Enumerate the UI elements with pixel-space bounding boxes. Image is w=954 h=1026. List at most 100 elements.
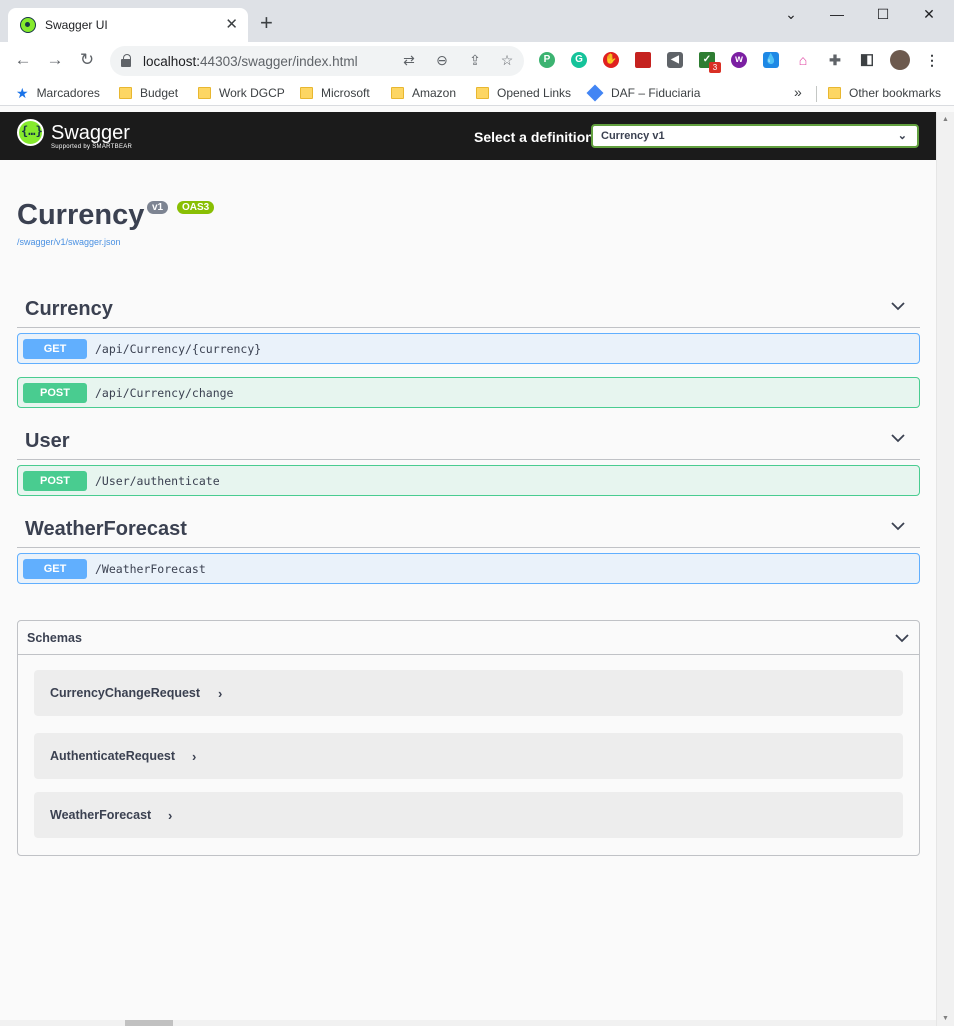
scroll-up-icon[interactable]: ▲ <box>942 116 949 123</box>
schemas-title: Schemas <box>27 631 82 645</box>
tag-name: User <box>25 430 70 452</box>
spec-json-link[interactable]: /swagger/v1/swagger.json <box>17 237 121 247</box>
address-bar[interactable]: localhost:44303/swagger/index.html ⇄ ⊖ ⇪… <box>110 46 524 76</box>
method-badge: POST <box>23 471 87 491</box>
scroll-down-icon[interactable]: ▼ <box>942 1015 949 1022</box>
menu-kebab-icon[interactable]: ⋮ <box>924 52 940 68</box>
adblock-extension-icon[interactable]: ✋ <box>603 52 619 68</box>
browser-titlebar: Swagger UI ✕ + ⌄ — ☐ ✕ <box>0 0 954 42</box>
operation-path: /api/Currency/{currency} <box>95 342 262 356</box>
extensions-puzzle-icon[interactable]: ✚ <box>827 52 843 68</box>
bookmark-marcadores[interactable]: ★ Marcadores <box>16 84 100 102</box>
vpn-extension-icon[interactable]: P <box>539 52 555 68</box>
schema-item-authenticaterequest[interactable]: AuthenticateRequest › <box>34 733 903 779</box>
tag-name: WeatherForecast <box>25 518 187 540</box>
tab-close-icon[interactable]: ✕ <box>225 15 238 33</box>
forward-icon[interactable]: → <box>44 50 66 70</box>
definition-select-value: Currency v1 <box>601 130 665 142</box>
method-badge: POST <box>23 383 87 403</box>
tag-section-weatherforecast[interactable]: WeatherForecast <box>17 512 920 548</box>
tag-section-user[interactable]: User <box>17 424 920 460</box>
url-text[interactable]: localhost:44303/swagger/index.html <box>143 54 358 69</box>
schemas-section: Schemas CurrencyChangeRequest › Authenti… <box>17 620 920 856</box>
translate-icon[interactable]: ⇄ <box>400 52 418 69</box>
book-extension-icon[interactable] <box>635 52 651 68</box>
tab-search-chevron-icon[interactable]: ⌄ <box>781 6 801 23</box>
minimize-icon[interactable]: — <box>827 6 847 22</box>
chevron-down-icon[interactable] <box>890 518 906 534</box>
bookmark-work-dgcp[interactable]: Work DGCP <box>198 84 285 102</box>
bookmark-microsoft[interactable]: Microsoft <box>300 84 370 102</box>
tag-section-currency[interactable]: Currency <box>17 292 920 328</box>
maximize-icon[interactable]: ☐ <box>873 6 893 23</box>
bookmark-budget[interactable]: Budget <box>119 84 178 102</box>
close-window-icon[interactable]: ✕ <box>919 6 939 23</box>
schemas-header[interactable]: Schemas <box>18 621 919 655</box>
oas-badge: OAS3 <box>177 201 215 214</box>
chevron-right-icon: › <box>192 749 197 764</box>
zoom-out-icon[interactable]: ⊖ <box>433 52 451 69</box>
bookmarks-overflow-icon[interactable]: » <box>794 84 802 100</box>
bookmark-star-icon[interactable]: ☆ <box>498 52 516 69</box>
api-title: Currency <box>17 199 145 231</box>
scrollbar-thumb[interactable] <box>125 1020 173 1026</box>
star-icon: ★ <box>16 84 29 101</box>
schema-name: CurrencyChangeRequest <box>50 686 201 700</box>
folder-icon <box>476 87 489 99</box>
opblock-get-weatherforecast[interactable]: GET /WeatherForecast <box>17 553 920 584</box>
bookmark-other[interactable]: Other bookmarks <box>828 84 941 102</box>
chevron-down-icon: ⌄ <box>897 130 907 142</box>
share-icon[interactable]: ⇪ <box>466 52 484 69</box>
method-badge: GET <box>23 559 87 579</box>
schema-name: WeatherForecast <box>50 808 152 822</box>
method-badge: GET <box>23 339 87 359</box>
opblock-post-user-authenticate[interactable]: POST /User/authenticate <box>17 465 920 496</box>
browser-tab[interactable]: Swagger UI ✕ <box>8 8 248 42</box>
bookmarks-divider <box>816 86 817 102</box>
wordtune-extension-icon[interactable]: w <box>731 52 747 68</box>
horizontal-scrollbar[interactable] <box>0 1020 936 1026</box>
opblock-post-currency-change[interactable]: POST /api/Currency/change <box>17 377 920 408</box>
swagger-topbar: {…} Swagger Supported by SMARTBEAR Selec… <box>0 112 936 160</box>
tag-name: Currency <box>25 298 113 320</box>
operation-path: /WeatherForecast <box>95 562 206 576</box>
bookmarks-bar: ★ Marcadores Budget Work DGCP Microsoft A… <box>0 80 954 106</box>
chevron-down-icon[interactable] <box>890 430 906 446</box>
drop-extension-icon[interactable]: 💧 <box>763 52 779 68</box>
swagger-favicon-icon <box>20 17 36 33</box>
swagger-logo-icon[interactable]: {…} <box>17 119 44 146</box>
hanger-extension-icon[interactable]: ⌂ <box>795 52 811 68</box>
folder-icon <box>119 87 132 99</box>
bookmark-daf-fiduciaria[interactable]: DAF – Fiduciaria <box>586 84 700 102</box>
folder-icon <box>198 87 211 99</box>
profile-avatar[interactable] <box>890 50 910 70</box>
schema-item-currencychangerequest[interactable]: CurrencyChangeRequest › <box>34 670 903 716</box>
definition-select[interactable]: Currency v1 ⌄ <box>591 124 919 148</box>
grammarly-extension-icon[interactable]: G <box>571 52 587 68</box>
chevron-down-icon[interactable] <box>894 630 910 646</box>
folder-icon <box>391 87 404 99</box>
bookmark-amazon[interactable]: Amazon <box>391 84 456 102</box>
daf-icon <box>586 84 604 102</box>
vertical-scrollbar[interactable]: ▲ ▼ <box>936 112 954 1026</box>
reload-icon[interactable]: ↻ <box>76 50 98 70</box>
lock-icon[interactable] <box>121 54 131 67</box>
chevron-right-icon: › <box>168 808 173 823</box>
tab-title: Swagger UI <box>45 18 108 32</box>
new-tab-icon[interactable]: + <box>260 12 273 34</box>
extension-badge: 3 <box>709 62 721 73</box>
operation-path: /User/authenticate <box>95 474 220 488</box>
chevron-down-icon[interactable] <box>890 298 906 314</box>
opblock-get-currency[interactable]: GET /api/Currency/{currency} <box>17 333 920 364</box>
schema-name: AuthenticateRequest <box>50 749 176 763</box>
folder-icon <box>300 87 313 99</box>
side-panel-icon[interactable]: ◧ <box>859 52 875 68</box>
version-badge: v1 <box>147 201 169 214</box>
bookmark-opened-links[interactable]: Opened Links <box>476 84 571 102</box>
audio-extension-icon[interactable]: ◀ <box>667 52 683 68</box>
schema-item-weatherforecast[interactable]: WeatherForecast › <box>34 792 903 838</box>
operation-path: /api/Currency/change <box>95 386 234 400</box>
back-icon[interactable]: ← <box>12 50 34 70</box>
swagger-logo-text[interactable]: Swagger <box>51 122 130 145</box>
chevron-right-icon: › <box>218 686 223 701</box>
